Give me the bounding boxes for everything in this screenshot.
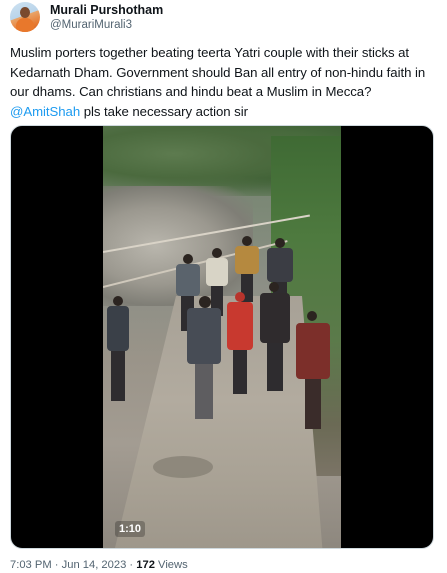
video-duration: 1:10 [115, 521, 146, 537]
person-figure [291, 311, 335, 431]
views-count: 172 [136, 559, 155, 571]
meta-separator: · [126, 559, 137, 571]
person-figure [223, 292, 257, 397]
video-frame: 1:10 [103, 126, 341, 548]
tweet-text-line-4: @AmitShah pls take necessary action sir [10, 102, 440, 122]
person-figure [181, 296, 227, 421]
tweet-card: Murali Purshotham @MurariMurali3 Muslim … [0, 0, 447, 573]
tweet-meta: 7:03 PM · Jun 14, 2023 · 172 Views [10, 558, 188, 572]
person-figure [255, 282, 295, 394]
tweet-text-line-3: our dhams. Can christians and hindu beat… [10, 84, 372, 99]
author-handle[interactable]: @MurariMurali3 [50, 18, 163, 32]
person-figure [103, 296, 133, 406]
tweet-date[interactable]: Jun 14, 2023 [62, 559, 127, 571]
tweet-time[interactable]: 7:03 PM [10, 559, 52, 571]
tweet-text-line-1: Muslim porters together beating teerta Y… [10, 45, 410, 60]
avatar-face [20, 7, 30, 18]
author-display-name[interactable]: Murali Purshotham [50, 3, 163, 18]
tweet-text: Muslim porters together beating teerta Y… [10, 43, 440, 121]
views-label: Views [154, 559, 188, 571]
video-player[interactable]: 1:10 [10, 125, 434, 549]
avatar-body [16, 18, 34, 32]
meta-separator: · [51, 559, 62, 571]
tweet-text-line-4-rest: pls take necessary action sir [80, 103, 248, 119]
avatar[interactable] [10, 2, 40, 32]
author-names: Murali Purshotham @MurariMurali3 [50, 3, 163, 32]
tweet-text-line-2: Kedarnath Dham. Government should Ban al… [10, 64, 426, 80]
mention-link[interactable]: @AmitShah [10, 104, 80, 119]
tweet-header: Murali Purshotham @MurariMurali3 [10, 2, 163, 32]
puddle [153, 456, 213, 478]
